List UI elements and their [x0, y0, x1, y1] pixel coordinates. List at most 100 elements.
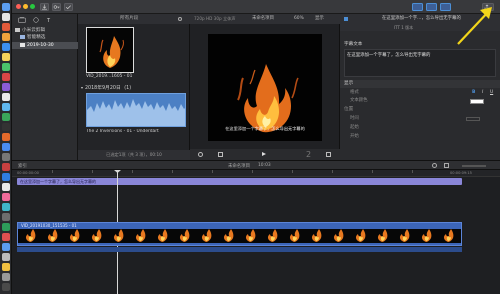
photos-audio-icon[interactable] — [32, 17, 40, 23]
final-cut-icon[interactable] — [2, 123, 10, 131]
play-icon[interactable] — [262, 152, 266, 156]
trash-icon[interactable] — [2, 273, 10, 281]
fire-video-image — [237, 64, 299, 133]
audio-track[interactable] — [17, 247, 462, 252]
section-label: 位置 — [344, 107, 354, 112]
downloads-icon[interactable] — [2, 283, 10, 291]
search-icon[interactable] — [178, 17, 182, 21]
snapping-icon[interactable] — [444, 163, 449, 168]
app-icon-red-2[interactable] — [2, 73, 10, 81]
inspector-section-display[interactable]: 显示 — [340, 80, 500, 88]
audio-clip-thumbnail[interactable] — [86, 93, 186, 127]
checkmark-icon — [65, 5, 71, 10]
browser-header: 所有片段 — [78, 14, 190, 24]
viewer-project-name: 未命名项目 — [252, 16, 274, 21]
inspector-row-format: 格式 B I U — [340, 89, 500, 97]
clip-thumbnail-fire[interactable] — [86, 27, 134, 73]
app-icon-yellow[interactable] — [2, 263, 10, 271]
library-item-label: 智能精选 — [27, 35, 46, 40]
calendar-icon[interactable] — [2, 93, 10, 101]
timecode-display: 2 — [306, 150, 312, 159]
video-filmstrip — [18, 229, 461, 243]
app-icon-pink[interactable] — [2, 193, 10, 201]
inspector-section-position[interactable]: 位置 — [340, 106, 500, 114]
zoom-window-button[interactable] — [30, 4, 35, 9]
timeline-index-button[interactable]: 索引 — [18, 163, 27, 169]
timeline-toolbar: 索引 未命名项目 10:03 — [12, 160, 500, 170]
inspector-row-begin: 开始 — [340, 133, 500, 141]
row-label: 开始 — [350, 134, 359, 139]
app-store-icon[interactable] — [2, 143, 10, 151]
browser-status-text: 已选定1项（共 3 项），00:10 — [106, 152, 162, 157]
timeline-ruler[interactable]: 00:00:00:00 00:00:09:15 — [12, 170, 500, 177]
crop-icon[interactable] — [218, 152, 223, 157]
caption-clip[interactable]: 在这里添加一个字幕了，怎么导出无字幕的 — [17, 178, 462, 185]
finder-icon[interactable] — [2, 3, 10, 11]
app-icon-white[interactable] — [2, 183, 10, 191]
show-timeline-toggle[interactable] — [426, 3, 437, 11]
app-icon-orange[interactable] — [2, 33, 10, 41]
library-item-event[interactable]: 2019-10-30 — [12, 42, 78, 49]
import-button[interactable] — [40, 3, 49, 11]
captions-inspector-icon[interactable] — [344, 17, 348, 21]
background-tasks-button[interactable] — [64, 3, 73, 11]
clip-filter-dropdown[interactable]: 所有片段 — [120, 16, 138, 21]
caption-text-field[interactable]: 在这里添加一个字幕了，怎么导出无字幕的 — [344, 49, 496, 77]
launchpad-icon[interactable] — [2, 13, 10, 21]
row-label: 时间 — [350, 116, 359, 121]
viewer-header: 720p HD 30p 立体声 未命名项目 60% 显示 — [190, 14, 340, 24]
app-icon-green-2[interactable] — [2, 223, 10, 231]
time-field[interactable] — [466, 117, 480, 121]
fullscreen-icon[interactable] — [326, 152, 331, 157]
bold-toggle[interactable]: B — [472, 89, 475, 97]
timeline: 00:00:00:00 00:00:09:15 在这里添加一个字幕了，怎么导出无… — [12, 170, 500, 294]
notes-icon[interactable] — [2, 53, 10, 61]
audio-meter-icon[interactable] — [432, 163, 437, 168]
clip-label: VID_2019...1605 - 01 — [86, 74, 133, 79]
app-icon-orange-2[interactable] — [2, 133, 10, 141]
libraries-icon[interactable] — [18, 17, 26, 23]
underline-toggle[interactable]: U — [490, 89, 493, 97]
app-icon-teal[interactable] — [2, 203, 10, 211]
zoom-slider[interactable] — [462, 164, 486, 167]
app-icon-purple[interactable] — [2, 83, 10, 91]
app-icon-blue-2[interactable] — [2, 173, 10, 181]
row-label: 格式 — [350, 90, 359, 95]
library-item-label: 小米云剪辑 — [22, 28, 45, 33]
safari-icon[interactable] — [2, 43, 10, 51]
app-icon-blue[interactable] — [2, 103, 10, 111]
zoom-dropdown[interactable]: 60% — [294, 14, 304, 24]
app-icon-red-3[interactable] — [2, 163, 10, 171]
libraries-sidebar: T 小米云剪辑 智能精选 2019-10-30 — [12, 14, 78, 160]
app-icon-red[interactable] — [2, 23, 10, 31]
close-window-button[interactable] — [16, 4, 21, 9]
messages-icon[interactable] — [2, 63, 10, 71]
date-group-header[interactable]: 2018年9月20日 (1) — [81, 84, 186, 91]
show-inspector-toggle[interactable] — [440, 3, 451, 11]
italic-toggle[interactable]: I — [482, 89, 483, 97]
color-swatch[interactable] — [470, 98, 484, 104]
browser-status-bar: 已选定1项（共 3 项），00:10 — [78, 150, 190, 160]
app-icon-light[interactable] — [2, 253, 10, 261]
keywords-button[interactable] — [52, 3, 61, 11]
inspector-row-text-color: 文本颜色 — [340, 97, 500, 105]
transform-icon[interactable] — [198, 152, 203, 157]
app-icon-red-4[interactable] — [2, 233, 10, 241]
view-options-dropdown[interactable]: 显示 — [315, 14, 324, 24]
library-item-smart-collections[interactable]: 智能精选 — [12, 34, 78, 41]
library-item-xiaomi[interactable]: 小米云剪辑 — [12, 27, 78, 34]
library-icon — [15, 27, 20, 32]
settings-icon[interactable] — [2, 153, 10, 161]
ruler-end-timecode: 00:00:09:15 — [450, 171, 472, 175]
app-icon-green[interactable] — [2, 113, 10, 121]
app-icon-blue-3[interactable] — [2, 243, 10, 251]
event-icon — [20, 42, 25, 47]
video-frame[interactable]: 在这里添加一个字幕了，怎么导出无字幕的 — [208, 34, 322, 141]
app-icon-gray[interactable] — [2, 213, 10, 221]
date-group-label: 2018年9月20日 — [85, 86, 121, 91]
video-clip[interactable]: VID_20191030_151535 - 01 — [17, 222, 462, 246]
caption-clip-label: 在这里添加一个字幕了，怎么导出无字幕的 — [20, 178, 96, 184]
show-browser-toggle[interactable] — [412, 3, 423, 11]
minimize-window-button[interactable] — [23, 4, 28, 9]
titles-icon[interactable]: T — [46, 17, 54, 23]
